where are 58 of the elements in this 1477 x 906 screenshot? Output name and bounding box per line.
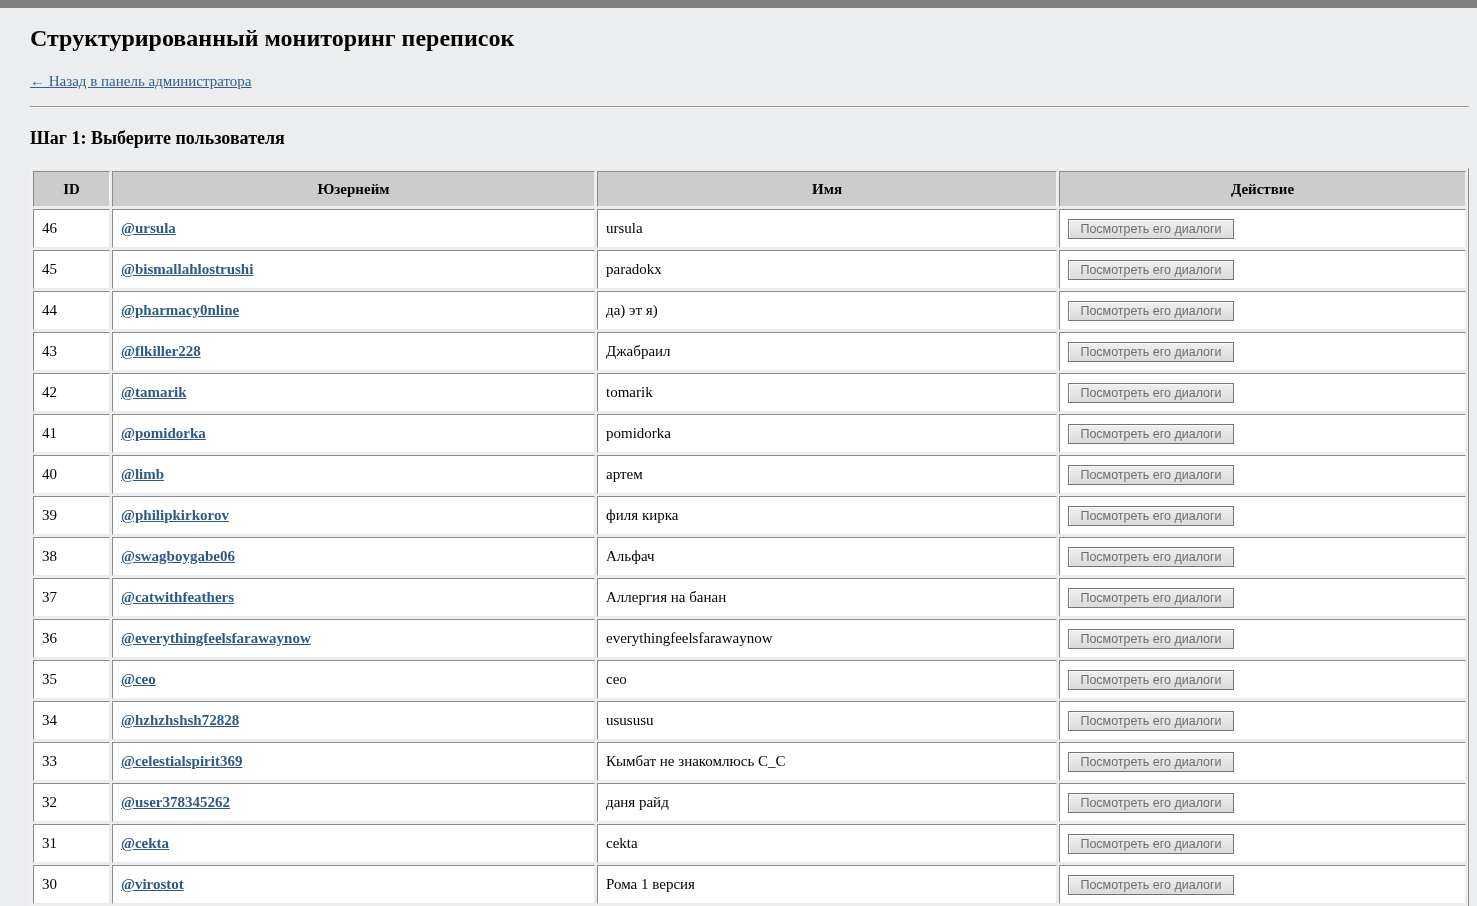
username-link[interactable]: @ceo [121,671,156,687]
username-link[interactable]: @flkiller228 [121,343,201,359]
column-header: Действие [1059,171,1466,207]
back-link[interactable]: ← Назад в панель администратора [30,73,252,89]
username-link[interactable]: @ursula [121,220,176,236]
name-cell: Рома 1 версия [597,865,1057,904]
column-header: ID [33,171,110,207]
name-cell: usususu [597,701,1057,740]
id-cell: 37 [33,578,110,617]
name-cell: ceo [597,660,1057,699]
name-cell: Джабраил [597,332,1057,371]
column-header: Имя [597,171,1057,207]
id-cell: 42 [33,373,110,412]
name-cell: pomidorka [597,414,1057,453]
id-cell: 45 [33,250,110,289]
username-link[interactable]: @virostot [121,876,184,892]
id-cell: 43 [33,332,110,371]
name-cell: Кымбат не знакомлюсь С_С [597,742,1057,781]
id-cell: 32 [33,783,110,822]
username-link[interactable]: @tamarik [121,384,187,400]
name-cell: Аллергия на банан [597,578,1057,617]
name-cell: paradokx [597,250,1057,289]
id-cell: 30 [33,865,110,904]
id-cell: 39 [33,496,110,535]
name-cell: да) эт я) [597,291,1057,330]
username-link[interactable]: @catwithfeathers [121,589,235,605]
username-link[interactable]: @celestialspirit369 [121,753,243,769]
username-link[interactable]: @limb [121,466,165,482]
id-cell: 33 [33,742,110,781]
id-cell: 34 [33,701,110,740]
id-cell: 35 [33,660,110,699]
username-link[interactable]: @user378345262 [121,794,230,810]
id-cell: 41 [33,414,110,453]
id-cell: 46 [33,209,110,248]
name-cell: ursula [597,209,1057,248]
username-link[interactable]: @swagboygabe06 [121,548,235,564]
username-link[interactable]: @bismallahlostrushi [121,261,254,277]
username-link[interactable]: @pomidorka [121,425,206,441]
id-cell: 31 [33,824,110,863]
id-cell: 44 [33,291,110,330]
name-cell: филя кирка [597,496,1057,535]
name-cell: tomarik [597,373,1057,412]
id-cell: 36 [33,619,110,658]
username-link[interactable]: @everythingfeelsfarawaynow [121,630,311,646]
name-cell: cekta [597,824,1057,863]
username-link[interactable]: @pharmacy0nline [121,302,240,318]
page-title: Структурированный мониторинг переписок [30,24,516,52]
username-link[interactable]: @philipkirkorov [121,507,229,523]
id-cell: 38 [33,537,110,576]
name-cell: артем [597,455,1057,494]
step-title: Шаг 1: Выберите пользователя [30,127,286,149]
name-cell: Альфач [597,537,1057,576]
username-link[interactable]: @hzhzhshsh72828 [121,712,240,728]
name-cell: everythingfeelsfarawaynow [597,619,1057,658]
name-cell: даня райд [597,783,1057,822]
id-cell: 40 [33,455,110,494]
username-link[interactable]: @cekta [121,835,170,851]
column-header: Юзернейм [112,171,595,207]
